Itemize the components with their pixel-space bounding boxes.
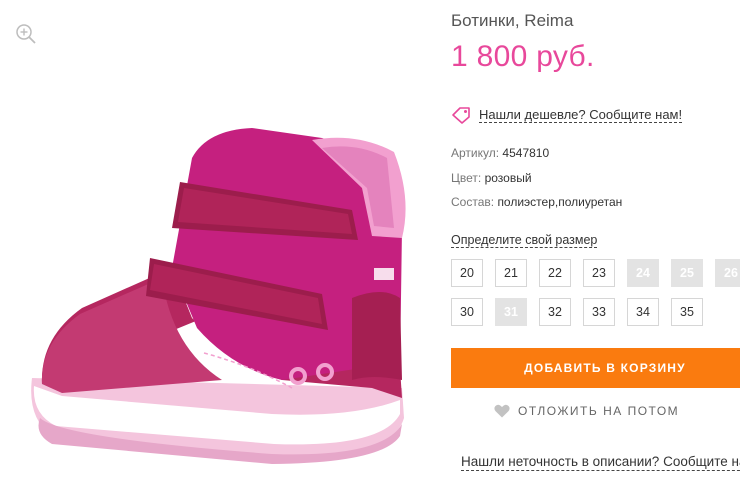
heart-icon <box>494 404 510 418</box>
size-option[interactable]: 21 <box>495 259 527 287</box>
zoom-in-icon[interactable] <box>14 22 38 46</box>
size-option-unavailable: 26 <box>715 259 740 287</box>
attr-color-key: Цвет: <box>451 171 482 185</box>
size-option[interactable]: 23 <box>583 259 615 287</box>
report-error-link[interactable]: Нашли неточность в описании? Сообщите на… <box>451 453 740 471</box>
product-price: 1 800 руб. <box>451 40 595 73</box>
save-for-later-button[interactable]: ОТЛОЖИТЬ НА ПОТОМ <box>494 404 679 418</box>
report-error-label[interactable]: Нашли неточность в описании? Сообщите на… <box>461 454 740 471</box>
product-image[interactable] <box>22 118 414 473</box>
attr-sku-value: 4547810 <box>502 146 550 160</box>
size-option[interactable]: 22 <box>539 259 571 287</box>
save-for-later-label: ОТЛОЖИТЬ НА ПОТОМ <box>518 404 680 418</box>
size-option[interactable]: 30 <box>451 298 483 326</box>
size-option-unavailable: 25 <box>671 259 703 287</box>
attr-sku: Артикул: 4547810 <box>451 146 549 160</box>
attr-sku-key: Артикул: <box>451 146 500 160</box>
add-to-cart-button[interactable]: ДОБАВИТЬ В КОРЗИНУ <box>451 348 740 388</box>
attr-color: Цвет: розовый <box>451 171 532 185</box>
size-option[interactable]: 34 <box>627 298 659 326</box>
size-option[interactable]: 33 <box>583 298 615 326</box>
size-option[interactable]: 35 <box>671 298 703 326</box>
attr-color-value: розовый <box>484 171 532 185</box>
size-option-unavailable: 31 <box>495 298 527 326</box>
found-cheaper-link[interactable]: Нашли дешевле? Сообщите нам! <box>451 106 683 124</box>
size-option-unavailable: 24 <box>627 259 659 287</box>
attr-material-key: Состав: <box>451 195 495 209</box>
found-cheaper-label[interactable]: Нашли дешевле? Сообщите нам! <box>479 107 683 123</box>
product-title: Ботинки, Reima <box>451 11 574 30</box>
size-option[interactable]: 20 <box>451 259 483 287</box>
size-guide-link[interactable]: Определите свой размер <box>451 233 598 248</box>
attr-material: Состав: полиэстер,полиуретан <box>451 195 622 209</box>
size-option[interactable]: 32 <box>539 298 571 326</box>
attr-material-value: полиэстер,полиуретан <box>497 195 623 209</box>
price-tag-icon <box>452 107 470 124</box>
